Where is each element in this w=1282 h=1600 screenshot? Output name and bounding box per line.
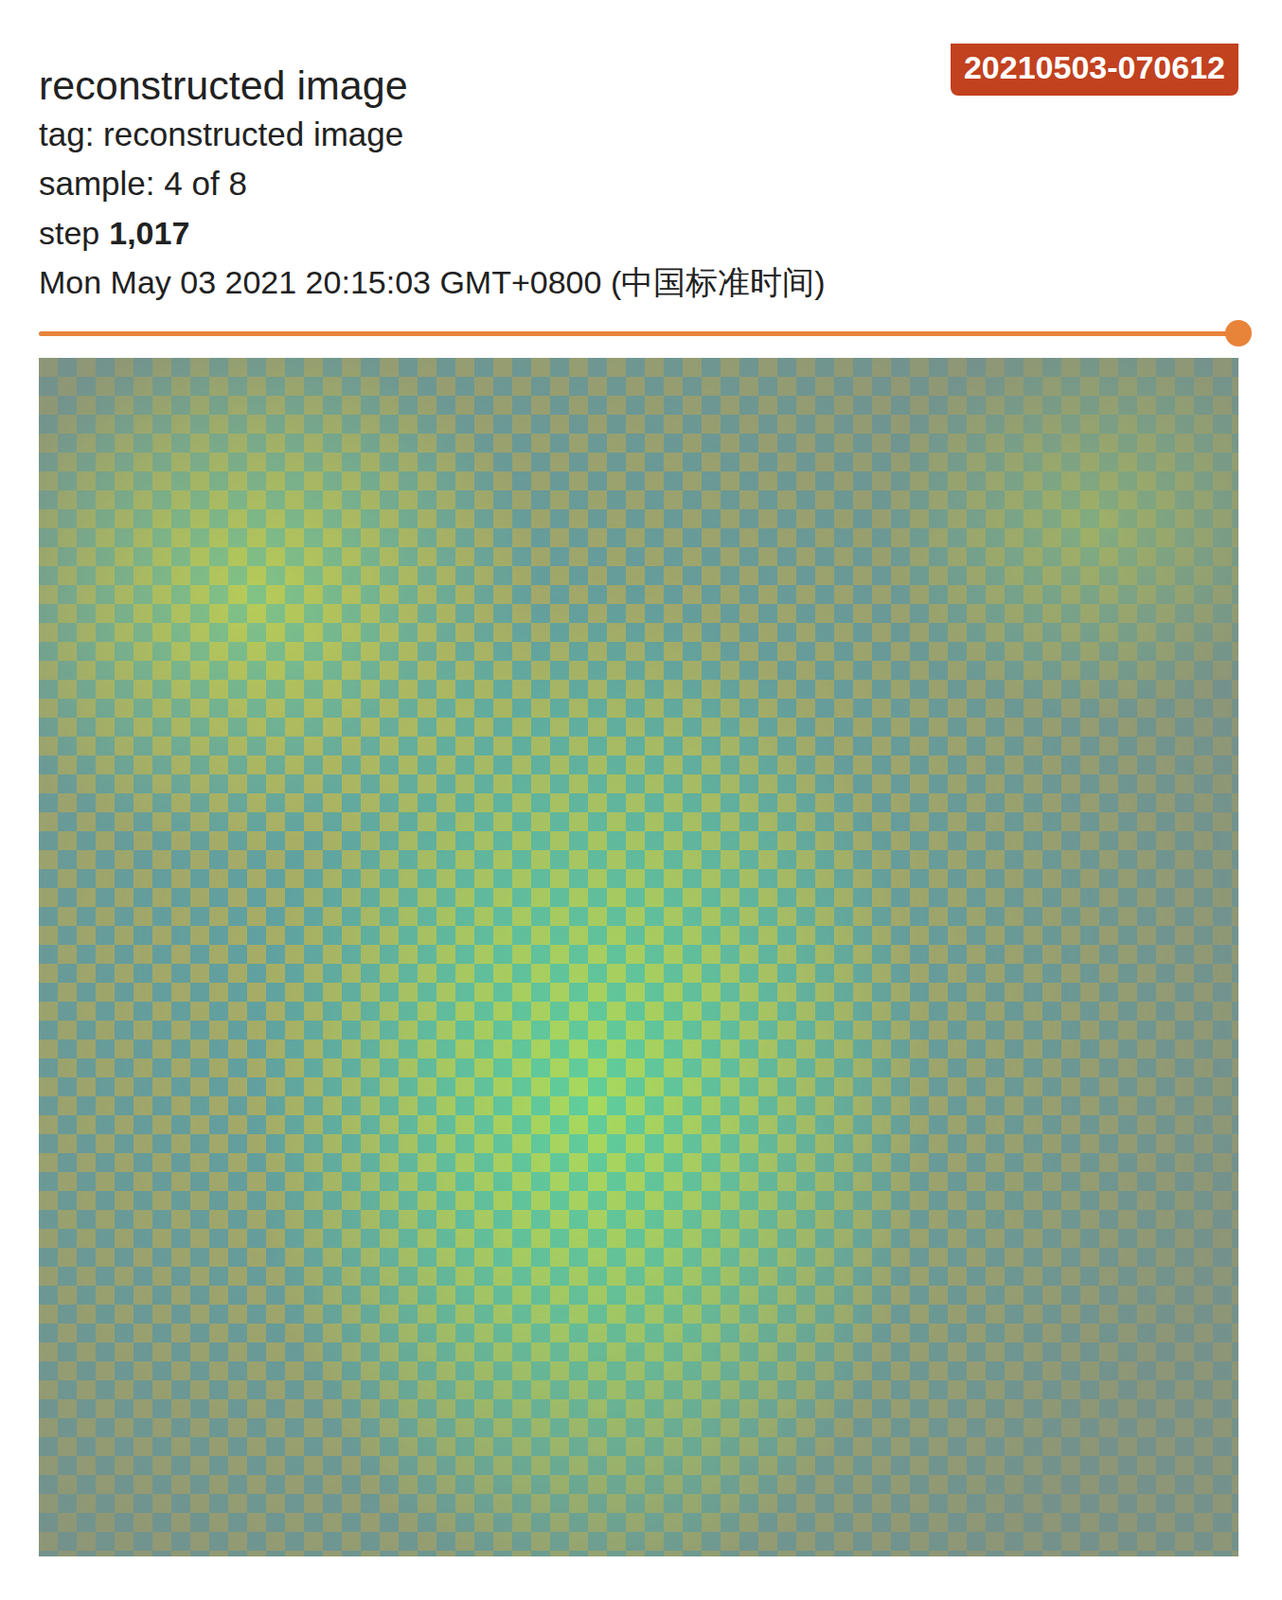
card-titles: reconstructed image tag: reconstructed i…: [38, 60, 951, 307]
card-title: reconstructed image: [38, 60, 951, 110]
slider-fill: [38, 331, 1239, 337]
step-label: step: [38, 208, 100, 258]
step-time: Mon May 03 2021 20:15:03 GMT+0800 (中国标准时…: [38, 257, 826, 307]
step-row: step 1,017 Mon May 03 2021 20:15:03 GMT+…: [38, 208, 951, 307]
step-value: 1,017: [108, 208, 190, 258]
slider-thumb[interactable]: [1225, 320, 1252, 347]
reconstructed-image: [38, 357, 1239, 1557]
card-header: reconstructed image tag: reconstructed i…: [38, 0, 1239, 307]
run-badge: 20210503-070612: [950, 43, 1239, 96]
image-card: reconstructed image tag: reconstructed i…: [38, 0, 1239, 1557]
tag-label: tag: reconstructed image: [38, 109, 951, 160]
slider-track: [38, 331, 1239, 337]
step-slider[interactable]: [38, 320, 1239, 347]
image-pattern: [38, 357, 1239, 1557]
sample-label: sample: 4 of 8: [38, 159, 951, 209]
